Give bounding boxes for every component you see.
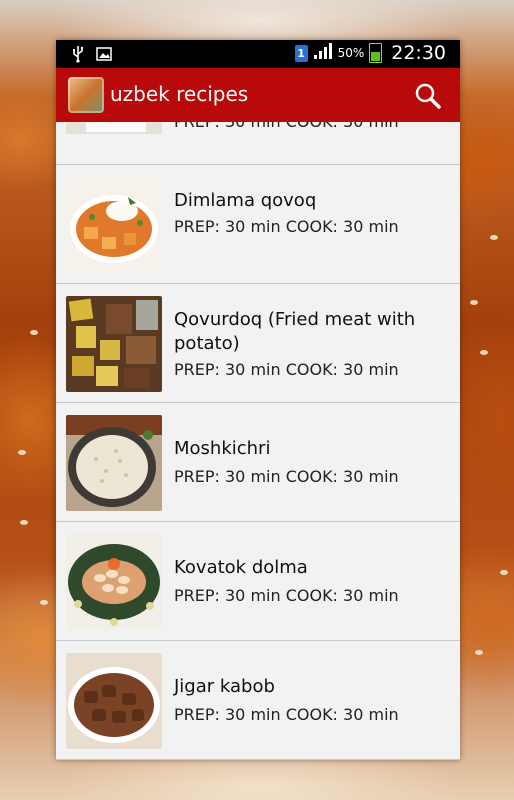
list-item[interactable]: Kovatok dolma PREP: 30 min COOK: 30 min (56, 522, 460, 641)
search-button[interactable] (414, 82, 442, 110)
signal-icon (313, 42, 333, 64)
recipe-title: Qovurdoq (Fried meat with potato) (174, 309, 416, 354)
recipe-meta: PREP: 30 min COOK: 30 min (174, 360, 399, 379)
recipe-meta: PREP: 30 min COOK: 30 min (174, 705, 399, 724)
action-bar: uzbek recipes (56, 68, 460, 122)
recipe-thumbnail (66, 296, 162, 392)
recipe-title: Jigar kabob (174, 676, 275, 697)
phone-screen: 1 50% 22:30 uzbek recipes PREP: 30 min C… (56, 40, 460, 760)
recipe-title: Kovatok dolma (174, 557, 308, 578)
battery-percent: 50% (337, 46, 365, 60)
usb-icon (72, 45, 84, 67)
recipe-thumbnail (66, 415, 162, 511)
recipe-thumbnail (66, 534, 162, 630)
recipe-meta: PREP: 30 min COOK: 30 min (174, 467, 399, 486)
recipe-thumbnail (66, 177, 162, 273)
app-logo-icon[interactable] (68, 77, 104, 113)
list-item[interactable]: Jigar kabob PREP: 30 min COOK: 30 min (56, 641, 460, 760)
recipe-title: Dimlama qovoq (174, 190, 317, 211)
status-bar: 1 50% 22:30 (56, 40, 460, 68)
clock: 22:30 (391, 42, 446, 64)
search-icon (415, 83, 441, 109)
image-notification-icon (96, 46, 112, 66)
list-item[interactable]: Dimlama qovoq PREP: 30 min COOK: 30 min (56, 165, 460, 284)
list-item[interactable]: Moshkichri PREP: 30 min COOK: 30 min (56, 403, 460, 522)
recipe-thumbnail (66, 653, 162, 749)
app-title: uzbek recipes (110, 82, 249, 106)
list-item[interactable]: Qovurdoq (Fried meat with potato) PREP: … (56, 284, 460, 403)
battery-icon (369, 43, 383, 63)
recipe-list[interactable]: PREP: 30 min COOK: 30 min Dimlama qovoq … (56, 122, 460, 760)
recipe-meta: PREP: 30 min COOK: 30 min (174, 217, 399, 236)
recipe-title: Moshkichri (174, 438, 271, 459)
list-item-partial[interactable]: PREP: 30 min COOK: 30 min (56, 122, 460, 165)
sim-icon: 1 (294, 44, 308, 62)
recipe-thumbnail (66, 122, 162, 134)
recipe-meta: PREP: 30 min COOK: 30 min (174, 122, 399, 131)
recipe-meta: PREP: 30 min COOK: 30 min (174, 586, 399, 605)
